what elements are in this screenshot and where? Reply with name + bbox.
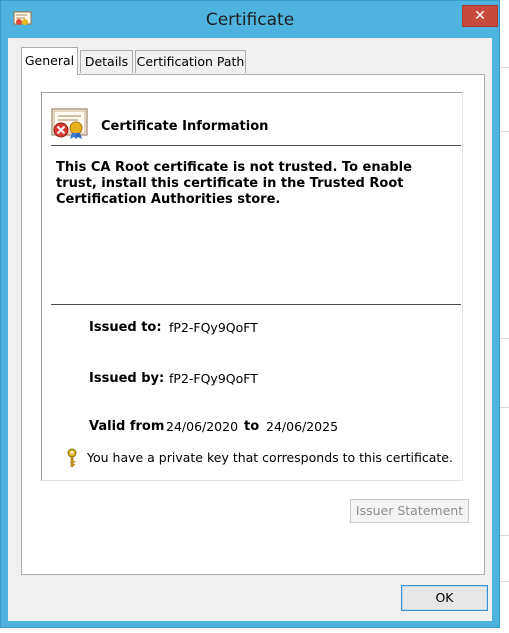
window-title: Certificate xyxy=(205,10,295,30)
certificate-info-box: Certificate Information This CA Root cer… xyxy=(41,92,463,481)
issued-to-value[interactable]: fP2-FQy9QoFT xyxy=(169,320,258,335)
valid-to-label: to xyxy=(244,419,260,434)
ok-button[interactable]: OK xyxy=(401,585,488,611)
issued-to-label: Issued to: xyxy=(89,320,162,335)
dialog-content: General Details Certification Path Certi… xyxy=(8,38,492,621)
valid-from-value[interactable]: 24/06/2020 xyxy=(166,419,238,434)
valid-to-value[interactable]: 24/06/2025 xyxy=(266,419,338,434)
key-icon xyxy=(67,448,77,467)
certificate-info-heading: Certificate Information xyxy=(101,119,269,134)
certificate-dialog: Certificate ✕ General Details Certificat… xyxy=(0,0,500,628)
tab-general[interactable]: General xyxy=(21,47,78,75)
untrusted-warning-text: This CA Root certificate is not trusted.… xyxy=(56,160,412,207)
valid-from-label: Valid from xyxy=(89,419,165,434)
private-key-note: You have a private key that corresponds … xyxy=(87,450,453,465)
issuer-statement-button[interactable]: Issuer Statement xyxy=(350,499,469,523)
tab-details[interactable]: Details xyxy=(80,50,133,73)
title-bar[interactable]: Certificate ✕ xyxy=(1,1,499,37)
tab-certification-path[interactable]: Certification Path xyxy=(135,50,246,73)
general-tab-panel: Certificate Information This CA Root cer… xyxy=(21,74,485,575)
fields-divider xyxy=(51,304,461,305)
issued-by-label: Issued by: xyxy=(89,371,165,386)
issued-by-value[interactable]: fP2-FQy9QoFT xyxy=(169,371,258,386)
untrusted-certificate-icon xyxy=(51,108,88,139)
close-button[interactable]: ✕ xyxy=(462,5,498,27)
heading-divider xyxy=(51,145,461,146)
